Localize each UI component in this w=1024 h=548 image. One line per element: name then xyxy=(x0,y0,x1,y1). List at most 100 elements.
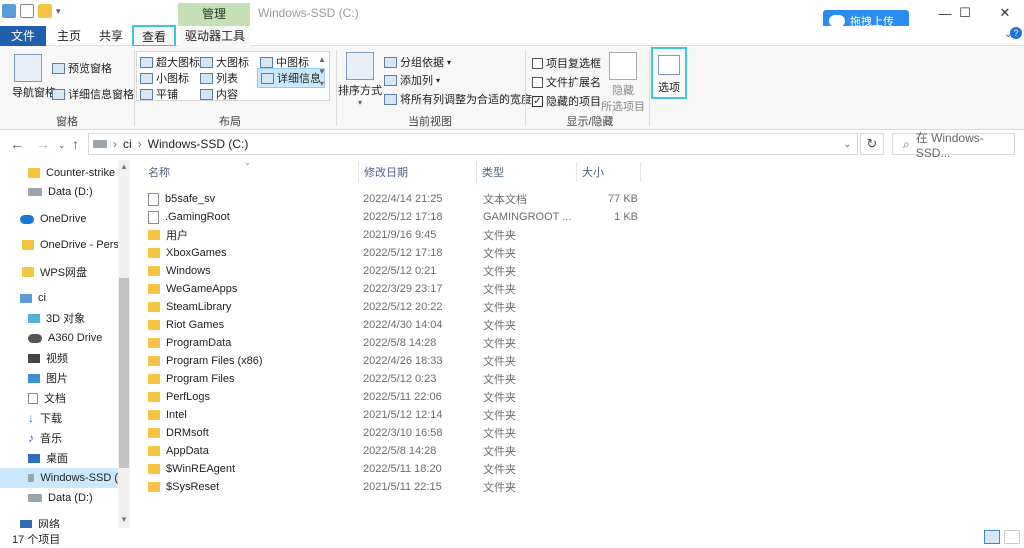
table-row[interactable]: Program Files 2022/5/12 0:23 文件夹 xyxy=(140,370,670,388)
table-row[interactable]: $WinREAgent 2022/5/11 18:20 文件夹 xyxy=(140,460,670,478)
column-header-size[interactable]: 大小 xyxy=(582,160,604,184)
table-row[interactable]: SteamLibrary 2022/5/12 20:22 文件夹 xyxy=(140,298,670,316)
file-name: PerfLogs xyxy=(148,391,210,403)
up-button[interactable]: ↑ xyxy=(72,136,79,152)
folder-icon xyxy=(148,446,160,456)
table-row[interactable]: ProgramData 2022/5/8 14:28 文件夹 xyxy=(140,334,670,352)
address-bar[interactable]: › ci › Windows-SSD (C:) ⌄ xyxy=(88,133,858,155)
nav-item-data-d-2[interactable]: Data (D:) xyxy=(28,488,93,508)
help-icon[interactable]: ? xyxy=(1010,27,1022,39)
layout-list[interactable]: 列表 xyxy=(200,70,238,86)
nav-item-data-d[interactable]: Data (D:) xyxy=(28,182,93,202)
nav-item-wps[interactable]: WPS网盘 xyxy=(22,262,87,282)
address-history-dropdown[interactable]: ⌄ xyxy=(843,139,851,150)
show-hide-group-label: 显示/隐藏 xyxy=(566,116,614,128)
table-row[interactable]: Intel 2021/5/12 12:14 文件夹 xyxy=(140,406,670,424)
table-row[interactable]: Riot Games 2022/4/30 14:04 文件夹 xyxy=(140,316,670,334)
item-checkboxes-toggle[interactable]: 项目复选框 xyxy=(532,55,601,71)
hide-selected-items-button[interactable]: 隐藏 所选项目 xyxy=(600,52,646,114)
nav-item-onedrive-personal[interactable]: OneDrive - Perso xyxy=(22,235,125,255)
file-date: 2022/3/10 16:58 xyxy=(363,427,443,439)
nav-item-pictures[interactable]: 图片 xyxy=(28,368,68,388)
file-name: ProgramData xyxy=(148,337,231,349)
preview-pane-button[interactable]: 预览窗格 xyxy=(52,60,112,76)
nav-item-network[interactable]: 网络 xyxy=(20,514,60,528)
tab-home[interactable]: 主页 xyxy=(52,26,86,46)
table-row[interactable]: b5safe_sv 2022/4/14 21:25 文本文档 77 KB xyxy=(140,190,670,208)
properties-icon[interactable] xyxy=(20,4,34,18)
nav-item-videos[interactable]: 视频 xyxy=(28,348,68,368)
layout-tiles[interactable]: 平铺 xyxy=(140,86,178,102)
table-row[interactable]: AppData 2022/5/8 14:28 文件夹 xyxy=(140,442,670,460)
add-columns-button[interactable]: 添加列 ▾ xyxy=(384,72,440,88)
file-name: Intel xyxy=(148,409,187,421)
column-header-type[interactable]: 类型 xyxy=(482,160,504,184)
nav-item-windows-ssd[interactable]: Windows-SSD ( xyxy=(0,468,118,488)
breadcrumb-ci[interactable]: ci xyxy=(123,137,132,151)
navigation-pane-button[interactable]: 导航窗格 xyxy=(12,54,56,100)
tab-view[interactable]: 查看 xyxy=(132,25,176,47)
tab-share[interactable]: 共享 xyxy=(94,26,128,46)
nav-pane-scroll-thumb[interactable] xyxy=(119,278,129,468)
details-pane-icon xyxy=(52,88,65,100)
hide-selected-icon xyxy=(609,52,637,80)
layout-scroll-buttons[interactable]: ▲ ▼ ▾ xyxy=(318,54,326,90)
nav-item-downloads[interactable]: ↓ 下载 xyxy=(28,408,62,428)
nav-item-music[interactable]: ♪ 音乐 xyxy=(28,428,62,448)
nav-item-counter-strike[interactable]: Counter-strike xyxy=(28,163,115,183)
table-row[interactable]: Program Files (x86) 2022/4/26 18:33 文件夹 xyxy=(140,352,670,370)
new-folder-icon[interactable] xyxy=(38,4,52,18)
layout-large-icons[interactable]: 大图标 xyxy=(200,54,249,70)
table-row[interactable]: 用户 2021/9/16 9:45 文件夹 xyxy=(140,226,670,244)
scroll-up-arrow[interactable]: ▲ xyxy=(120,162,128,171)
nav-item-desktop[interactable]: 桌面 xyxy=(28,448,68,468)
folder-icon xyxy=(22,240,34,250)
scroll-down-arrow[interactable]: ▼ xyxy=(120,515,128,524)
column-header-date[interactable]: 修改日期 xyxy=(364,160,408,184)
forward-button[interactable]: → xyxy=(36,136,50,152)
file-extensions-toggle[interactable]: 文件扩展名 xyxy=(532,74,601,90)
table-row[interactable]: .GamingRoot 2022/5/12 17:18 GAMINGROOT ...… xyxy=(140,208,670,226)
table-row[interactable]: DRMsoft 2022/3/10 16:58 文件夹 xyxy=(140,424,670,442)
group-by-button[interactable]: 分组依据 ▾ xyxy=(384,54,451,70)
nav-item-3d-objects[interactable]: 3D 对象 xyxy=(28,308,85,328)
hidden-items-toggle[interactable]: 隐藏的项目 xyxy=(532,93,601,109)
search-box[interactable]: ⌕ 在 Windows-SSD... xyxy=(892,131,1015,160)
desktop-icon xyxy=(28,453,40,463)
file-name: 用户 xyxy=(148,227,188,243)
layout-details[interactable]: 详细信息 xyxy=(257,68,325,88)
file-date: 2022/5/8 14:28 xyxy=(363,337,437,349)
table-row[interactable]: PerfLogs 2022/5/11 22:06 文件夹 xyxy=(140,388,670,406)
table-row[interactable]: Windows 2022/5/12 0:21 文件夹 xyxy=(140,262,670,280)
breadcrumb-current[interactable]: Windows-SSD (C:) xyxy=(148,137,249,151)
sort-by-button[interactable]: 排序方式 ▾ xyxy=(338,52,382,107)
details-view-button[interactable] xyxy=(984,530,1000,544)
table-row[interactable]: WeGameApps 2022/3/29 23:17 文件夹 xyxy=(140,280,670,298)
column-header-name[interactable]: 名称 xyxy=(148,160,170,184)
file-type: 文件夹 xyxy=(483,410,516,422)
nav-item-a360[interactable]: A360 Drive xyxy=(28,328,102,348)
customize-toolbar-icon[interactable]: ▾ xyxy=(56,6,61,17)
recent-locations-button[interactable]: ⌄ xyxy=(58,140,66,151)
table-row[interactable]: XboxGames 2022/5/12 17:18 文件夹 xyxy=(140,244,670,262)
back-button[interactable]: ← xyxy=(10,136,24,152)
maximize-button[interactable]: ☐ xyxy=(945,0,985,26)
file-name: AppData xyxy=(148,445,209,457)
nav-item-onedrive[interactable]: OneDrive xyxy=(20,209,86,229)
pane-group-label: 窗格 xyxy=(56,116,78,128)
layout-content[interactable]: 内容 xyxy=(200,86,238,102)
size-all-columns-button[interactable]: 将所有列调整为合适的宽度 xyxy=(384,91,532,107)
computer-icon xyxy=(20,293,32,303)
tab-file[interactable]: 文件 xyxy=(0,26,46,46)
close-button[interactable]: ✕ xyxy=(985,0,1024,26)
layout-small-icons[interactable]: 小图标 xyxy=(140,70,189,86)
large-icons-view-button[interactable] xyxy=(1004,530,1020,544)
refresh-button[interactable]: ↻ xyxy=(860,133,884,155)
options-button[interactable]: 选项 xyxy=(651,47,687,99)
nav-item-documents[interactable]: 文档 xyxy=(28,388,66,408)
tab-drive-tools[interactable]: 驱动器工具 xyxy=(180,26,250,46)
nav-item-this-pc[interactable]: ci xyxy=(20,288,46,308)
layout-extra-large-icons[interactable]: 超大图标 xyxy=(140,54,200,70)
details-pane-button[interactable]: 详细信息窗格 xyxy=(52,86,134,102)
table-row[interactable]: $SysReset 2021/5/11 22:15 文件夹 xyxy=(140,478,670,496)
